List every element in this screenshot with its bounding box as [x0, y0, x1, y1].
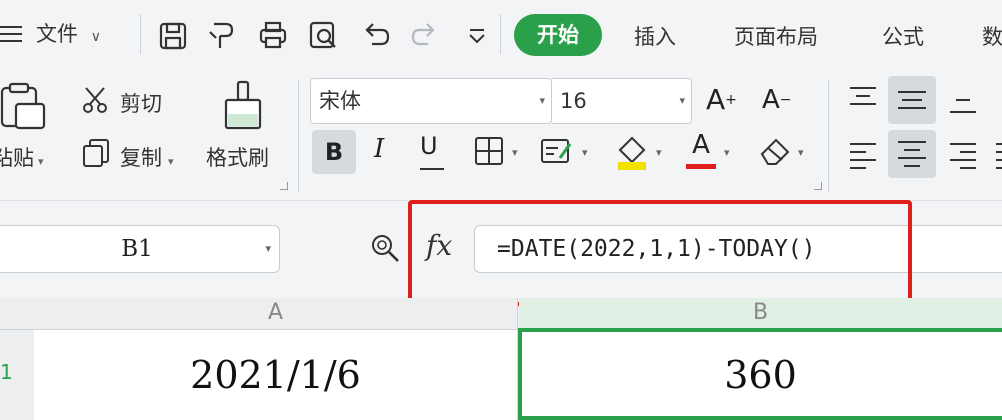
- font-dialog-launcher[interactable]: [814, 182, 822, 190]
- font-size-select[interactable]: 16 ▾: [552, 78, 692, 124]
- paste-icon[interactable]: [0, 82, 50, 132]
- font-color-bar: [686, 164, 716, 169]
- chevron-down-icon[interactable]: ▾: [582, 146, 588, 159]
- ribbon: 粘贴 ▾ 剪切 复制 ▾ 格式刷 宋体 ▾ 16 ▾ A+ A− B I U ▾: [0, 70, 1002, 200]
- copy-button[interactable]: 复制 ▾: [120, 142, 174, 172]
- paste-label: 粘贴: [0, 146, 34, 170]
- cell-a1[interactable]: 2021/1/6: [34, 330, 518, 420]
- italic-button[interactable]: I: [374, 134, 394, 164]
- menu-bar: 文件 ∨ 开始 插入 页面布局 公式 数: [0, 0, 1002, 70]
- formula-highlight-annotation: [408, 200, 912, 306]
- save-icon[interactable]: [158, 18, 188, 52]
- chevron-down-icon[interactable]: ▾: [656, 146, 662, 159]
- align-center-button[interactable]: [888, 130, 936, 178]
- undo-icon[interactable]: [360, 18, 390, 52]
- column-header-b[interactable]: B: [519, 298, 1002, 330]
- decrease-font-size-icon[interactable]: A−: [762, 84, 798, 116]
- font-name-select[interactable]: 宋体 ▾: [310, 78, 552, 124]
- print-icon[interactable]: [258, 18, 288, 52]
- copy-icon[interactable]: [82, 138, 110, 168]
- align-bottom-icon[interactable]: [948, 92, 978, 116]
- format-painter-quick-icon[interactable]: [206, 18, 236, 52]
- dropdown-arrow-icon: ▾: [38, 155, 44, 168]
- chevron-down-icon: ▾: [265, 242, 271, 255]
- bold-label: B: [324, 138, 344, 166]
- align-middle-icon: [898, 91, 926, 109]
- name-box-value: B1: [121, 236, 153, 262]
- align-center-icon: [898, 141, 926, 167]
- align-right-icon[interactable]: [948, 140, 978, 170]
- fill-color-icon[interactable]: [614, 132, 650, 172]
- align-left-icon[interactable]: [848, 140, 878, 170]
- clipboard-dialog-launcher[interactable]: [280, 182, 288, 190]
- divider: [298, 80, 299, 192]
- paste-button[interactable]: 粘贴 ▾: [0, 142, 44, 172]
- redo-icon[interactable]: [410, 18, 440, 52]
- underline-bar: [420, 168, 444, 170]
- underline-button[interactable]: U: [420, 132, 448, 172]
- column-header-spacer: [0, 298, 34, 330]
- copy-label: 复制: [120, 146, 162, 170]
- format-painter-button[interactable]: 格式刷: [206, 142, 269, 172]
- tab-page-layout[interactable]: 页面布局: [734, 21, 818, 51]
- chevron-down-icon: ▾: [539, 94, 545, 107]
- tab-data[interactable]: 数: [982, 21, 1002, 51]
- divider: [500, 14, 501, 54]
- file-menu[interactable]: 文件 ∨: [36, 18, 101, 48]
- dropdown-arrow-icon: ▾: [168, 155, 174, 168]
- chevron-down-icon[interactable]: ▾: [512, 146, 518, 159]
- name-box[interactable]: B1 ▾: [0, 225, 280, 273]
- divider: [140, 14, 141, 54]
- tab-insert[interactable]: 插入: [634, 21, 676, 51]
- chevron-down-icon[interactable]: ▾: [724, 146, 730, 159]
- underline-label: U: [420, 132, 438, 160]
- font-color-letter: A: [692, 130, 710, 160]
- font-name-value: 宋体: [319, 89, 361, 113]
- scissors-icon[interactable]: [82, 86, 110, 114]
- borders-icon[interactable]: [474, 136, 504, 166]
- chevron-down-icon[interactable]: ▾: [798, 146, 804, 159]
- bold-button[interactable]: B: [312, 130, 356, 174]
- chevron-down-icon: ▾: [679, 94, 685, 107]
- more-dropdown-icon[interactable]: [462, 18, 492, 52]
- align-middle-button[interactable]: [888, 76, 936, 124]
- increase-font-size-icon[interactable]: A+: [706, 84, 742, 116]
- eraser-icon[interactable]: [758, 136, 792, 166]
- align-top-icon[interactable]: [848, 86, 878, 110]
- tab-formulas[interactable]: 公式: [882, 21, 924, 51]
- format-painter-icon[interactable]: [222, 80, 264, 132]
- divider: [828, 80, 829, 192]
- font-color-icon[interactable]: A: [686, 130, 716, 172]
- cell-style-icon[interactable]: [540, 136, 574, 166]
- row-header-1[interactable]: 1: [0, 330, 34, 420]
- font-size-value: 16: [560, 89, 587, 113]
- hamburger-menu-icon[interactable]: [0, 24, 22, 44]
- column-header-a[interactable]: A: [34, 298, 518, 330]
- selected-cell-outline: [518, 328, 1002, 420]
- zoom-search-icon[interactable]: [370, 233, 400, 263]
- file-menu-label: 文件: [36, 22, 78, 46]
- justify-icon[interactable]: [994, 140, 1002, 170]
- tab-home[interactable]: 开始: [514, 14, 602, 56]
- print-preview-icon[interactable]: [308, 18, 338, 52]
- cut-button[interactable]: 剪切: [120, 88, 162, 118]
- chevron-down-icon: ∨: [90, 29, 101, 45]
